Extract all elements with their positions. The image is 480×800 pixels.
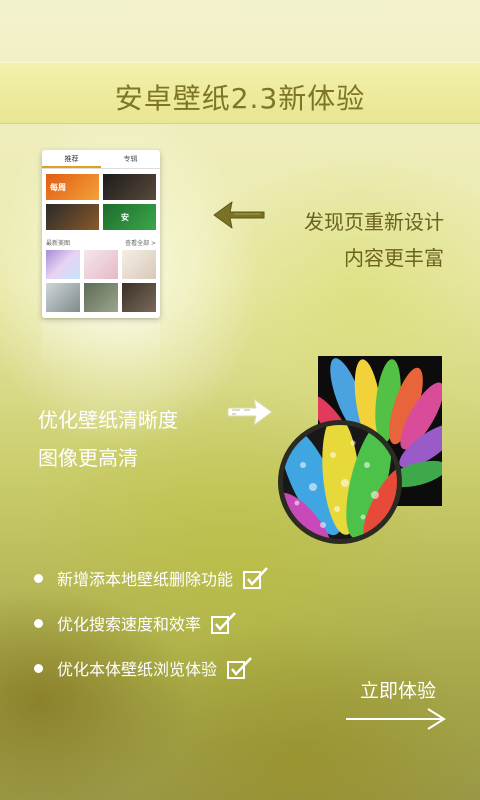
- feature-item-search: 优化搜索速度和效率: [34, 611, 237, 635]
- bullet-icon: [34, 573, 43, 583]
- preview-thumb: [46, 250, 80, 279]
- feature-item-browse: 优化本体壁纸浏览体验: [34, 656, 253, 680]
- try-now-button[interactable]: 立即体验: [340, 676, 450, 736]
- arrow-left-icon: [213, 201, 265, 229]
- arrow-right-icon: [227, 398, 273, 426]
- page-title: 安卓壁纸2.3新体验: [114, 82, 366, 115]
- preview-tile-label: 安: [121, 213, 129, 222]
- discover-page-preview: 推荐 专辑 每周 安 最新美图 查看全部 >: [42, 150, 160, 318]
- preview-thumb: [122, 250, 156, 279]
- preview-tile: 每周: [46, 174, 99, 200]
- preview-thumb: [46, 283, 80, 312]
- preview-thumb: [122, 283, 156, 312]
- try-now-label: 立即体验: [360, 680, 437, 702]
- checkbox-checked-icon: [211, 612, 236, 634]
- preview-thumb-grid: [46, 250, 156, 314]
- preview-featured-tiles: 每周 安: [46, 174, 156, 232]
- caption-discover-line2: 内容更丰富: [344, 246, 444, 270]
- header-banner: 安卓壁纸2.3新体验: [0, 62, 480, 124]
- feature-label: 新增添本地壁纸删除功能: [57, 570, 234, 589]
- feature-label: 优化本体壁纸浏览体验: [57, 660, 218, 679]
- checkbox-checked-icon: [227, 657, 252, 679]
- preview-tabs: 推荐 专辑: [42, 150, 160, 169]
- arrow-right-long-icon: [346, 708, 446, 730]
- preview-tile: [103, 174, 156, 200]
- checkbox-checked-icon: [243, 567, 268, 589]
- magnifier-lens: [278, 420, 402, 544]
- preview-tile: 安: [103, 204, 156, 230]
- preview-thumb: [84, 250, 118, 279]
- caption-clarity-line1: 优化壁纸清晰度: [38, 408, 178, 432]
- preview-section-title: 最新美图: [46, 240, 71, 247]
- preview-section-header: 最新美图 查看全部 >: [46, 238, 156, 247]
- bullet-icon: [34, 618, 43, 628]
- preview-tab-recommend: 推荐: [42, 150, 101, 168]
- preview-section-more: 查看全部 >: [125, 240, 156, 247]
- feature-label: 优化搜索速度和效率: [57, 615, 202, 634]
- preview-tile: [46, 204, 99, 230]
- preview-reflection: [42, 320, 160, 370]
- feature-item-delete: 新增添本地壁纸删除功能: [34, 566, 269, 590]
- caption-discover-line1: 发现页重新设计: [304, 210, 444, 234]
- preview-tile-label: 每周: [50, 183, 66, 192]
- preview-tab-album: 专辑: [123, 155, 138, 163]
- caption-clarity-line2: 图像更高清: [38, 446, 138, 470]
- preview-thumb: [84, 283, 118, 312]
- bullet-icon: [34, 663, 43, 673]
